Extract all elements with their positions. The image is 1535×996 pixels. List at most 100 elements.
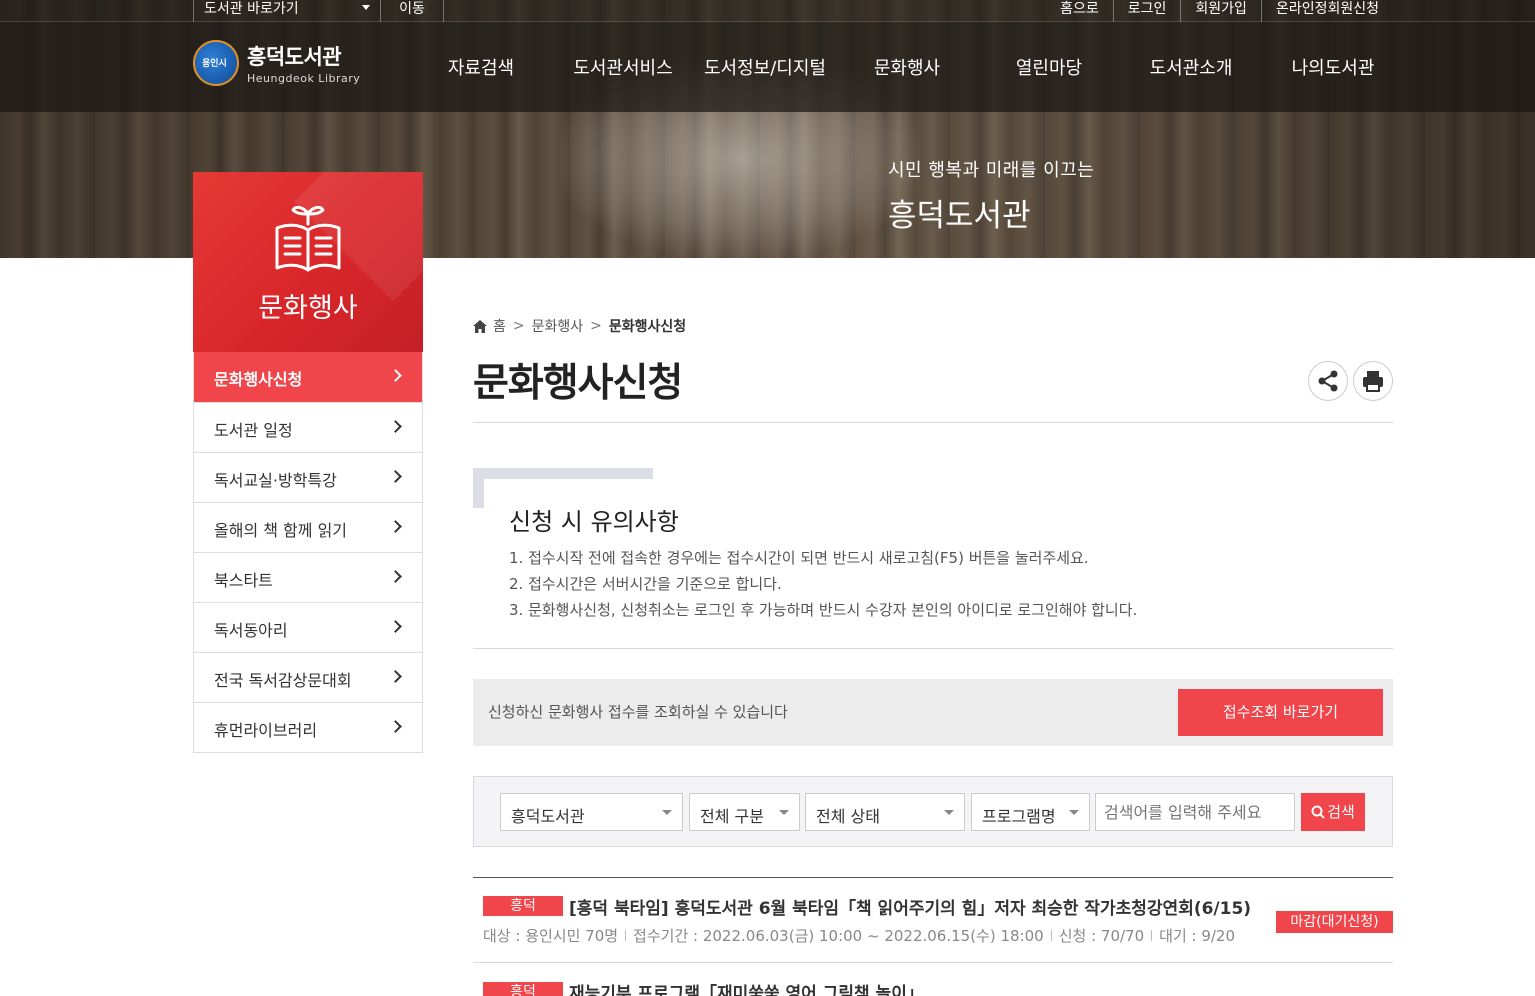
event-applied-count: 신청 : 70/70 (1058, 927, 1145, 945)
sidebar-item-label: 독서동아리 (214, 621, 288, 640)
search-panel: 흥덕도서관 전체 구분 전체 상태 프로그램명 검색 (473, 776, 1393, 847)
open-book-sprout-icon (275, 205, 341, 272)
sidebar-item-reading-class[interactable]: 독서교실·방학특강 (194, 452, 422, 502)
event-meta: 대상 : 용인시민 70명 접수기간 : 2022.06.03(금) 10:00 … (483, 925, 1235, 946)
logo-name: 흥덕도서관 (247, 45, 342, 69)
status-select-value: 전체 상태 (816, 807, 880, 826)
sidebar-item-label: 올해의 책 함께 읽기 (214, 521, 348, 540)
library-badge: 흥덕 (483, 896, 563, 916)
login-link[interactable]: 로그인 (1112, 0, 1181, 22)
inquiry-text: 신청하신 문화행사 접수를 조회하실 수 있습니다 (488, 703, 788, 721)
category-select[interactable]: 전체 구분 (689, 793, 800, 831)
breadcrumb-home[interactable]: 홈 (493, 316, 506, 336)
library-select[interactable]: 흥덕도서관 (500, 793, 683, 831)
chevron-down-icon (362, 5, 370, 10)
event-waiting-count: 대기 : 9/20 (1159, 927, 1236, 945)
gnb-item-open[interactable]: 열린마당 (978, 54, 1120, 80)
sidebar-item-label: 휴먼라이브러리 (214, 721, 318, 740)
gnb-item-search[interactable]: 자료검색 (410, 54, 552, 80)
dropdown-arrow-icon (944, 810, 954, 815)
dropdown-arrow-icon (779, 810, 789, 815)
chevron-right-icon (389, 369, 402, 382)
printer-icon (1363, 371, 1383, 392)
go-button[interactable]: 이동 (381, 0, 444, 22)
sidebar-item-event-apply[interactable]: 문화행사신청 (194, 352, 422, 402)
chevron-right-icon (389, 520, 402, 533)
city-emblem-icon: 용인시 (193, 40, 239, 86)
library-select-value: 흥덕도서관 (511, 807, 585, 826)
breadcrumb-current: 문화행사신청 (608, 319, 687, 335)
inquiry-shortcut-button[interactable]: 접수조회 바로가기 (1178, 689, 1383, 736)
sidebar-item-label: 도서관 일정 (214, 421, 293, 440)
main-navbar: 용인시 흥덕도서관 Heungdeok Library 자료검색 도서관서비스 … (0, 22, 1535, 112)
sidebar-item-label: 독서교실·방학특강 (214, 471, 337, 490)
gnb-item-services[interactable]: 도서관서비스 (552, 54, 694, 80)
breadcrumb-events[interactable]: 문화행사 (532, 316, 584, 336)
field-select[interactable]: 프로그램명 (971, 793, 1090, 831)
home-link[interactable]: 홈으로 (1046, 0, 1113, 22)
status-select[interactable]: 전체 상태 (805, 793, 965, 831)
sidebar-item-label: 문화행사신청 (214, 370, 303, 389)
inquiry-panel: 신청하신 문화행사 접수를 조회하실 수 있습니다 접수조회 바로가기 (473, 679, 1393, 746)
notice-title: 신청 시 유의사항 (509, 508, 679, 536)
gnb-item-about[interactable]: 도서관소개 (1120, 54, 1262, 80)
utility-bar: 도서관 바로가기 이동 홈으로 로그인 회원가입 온라인정회원신청 (0, 0, 1535, 22)
field-select-value: 프로그램명 (982, 807, 1056, 826)
signup-link[interactable]: 회원가입 (1180, 0, 1261, 22)
chevron-right-icon (389, 720, 402, 733)
event-title-link[interactable]: [흥덕 북타임] 흥덕도서관 6월 북타임「책 읽어주기의 힘」저자 최승한 작… (569, 894, 1251, 919)
hero-slogan: 시민 행복과 미래를 이끄는 흥덕도서관 (888, 156, 1094, 235)
notice-list: 1. 접수시작 전에 접속한 경우에는 접수시간이 되면 반드시 새로고침(F5… (509, 545, 1137, 623)
home-icon (473, 319, 487, 333)
share-button[interactable] (1308, 361, 1348, 401)
event-title-link[interactable]: 재능기부 프로그램「재미쑥쑥 영어 그림책 놀이」 (569, 979, 924, 996)
logo-subtitle: Heungdeok Library (247, 72, 361, 85)
share-icon (1318, 370, 1338, 392)
breadcrumb-separator: > (590, 318, 602, 334)
dropdown-arrow-icon (662, 810, 672, 815)
event-target: 대상 : 용인시민 70명 (483, 927, 619, 945)
status-badge: 마감(대기신청) (1276, 911, 1393, 933)
search-icon (1311, 805, 1325, 819)
logo[interactable]: 용인시 흥덕도서관 Heungdeok Library (193, 40, 360, 86)
notice-item: 1. 접수시작 전에 접속한 경우에는 접수시간이 되면 반드시 새로고침(F5… (509, 549, 1089, 567)
hero-slogan-line1: 시민 행복과 미래를 이끄는 (888, 160, 1095, 181)
chevron-right-icon (389, 420, 402, 433)
sidebar-item-book-of-year[interactable]: 올해의 책 함께 읽기 (194, 502, 422, 552)
search-button-label: 검색 (1327, 803, 1355, 821)
sidebar-header: 문화행사 (193, 172, 423, 352)
sidebar-item-essay-contest[interactable]: 전국 독서감상문대회 (194, 652, 422, 702)
list-item[interactable]: 흥덕 [흥덕 북타임] 흥덕도서관 6월 북타임「책 읽어주기의 힘」저자 최승… (473, 878, 1393, 963)
chevron-right-icon (389, 670, 402, 683)
sidebar-menu: 문화행사신청 도서관 일정 독서교실·방학특강 올해의 책 함께 읽기 북스타트… (193, 352, 423, 753)
notice-divider (473, 648, 1393, 649)
category-select-value: 전체 구분 (700, 807, 764, 826)
print-button[interactable] (1353, 361, 1393, 401)
sidebar-item-bookstart[interactable]: 북스타트 (194, 552, 422, 602)
sidebar-title: 문화행사 (258, 293, 358, 324)
library-badge: 흥덕 (483, 982, 563, 996)
search-input[interactable] (1095, 793, 1295, 831)
event-period: 접수기간 : 2022.06.03(금) 10:00 ~ 2022.06.15(… (633, 927, 1044, 945)
sidebar-item-label: 전국 독서감상문대회 (214, 671, 352, 690)
global-nav: 자료검색 도서관서비스 도서정보/디지털 문화행사 열린마당 도서관소개 나의도… (410, 54, 1404, 80)
sidebar-item-label: 북스타트 (214, 571, 273, 590)
search-button[interactable]: 검색 (1301, 793, 1365, 831)
library-quick-select[interactable]: 도서관 바로가기 (193, 0, 381, 22)
gnb-item-events[interactable]: 문화행사 (836, 54, 978, 80)
page-title: 문화행사신청 (473, 361, 683, 406)
emblem-text: 용인시 (202, 59, 227, 69)
list-item[interactable]: 흥덕 재능기부 프로그램「재미쑥쑥 영어 그림책 놀이」 (473, 964, 1393, 996)
online-member-link[interactable]: 온라인정회원신청 (1260, 0, 1393, 22)
breadcrumb-separator: > (512, 318, 525, 334)
sidebar-item-book-club[interactable]: 독서동아리 (194, 602, 422, 652)
chevron-right-icon (389, 620, 402, 633)
hero-slogan-line2: 흥덕도서관 (888, 198, 1031, 234)
sidebar-item-schedule[interactable]: 도서관 일정 (194, 402, 422, 452)
chevron-right-icon (389, 470, 402, 483)
chevron-right-icon (389, 570, 402, 583)
breadcrumb: 홈 > 문화행사 > 문화행사신청 (473, 316, 686, 336)
gnb-item-my[interactable]: 나의도서관 (1262, 54, 1404, 80)
gnb-item-digital[interactable]: 도서정보/디지털 (694, 54, 836, 80)
sidebar-item-human-library[interactable]: 휴먼라이브러리 (194, 702, 422, 752)
